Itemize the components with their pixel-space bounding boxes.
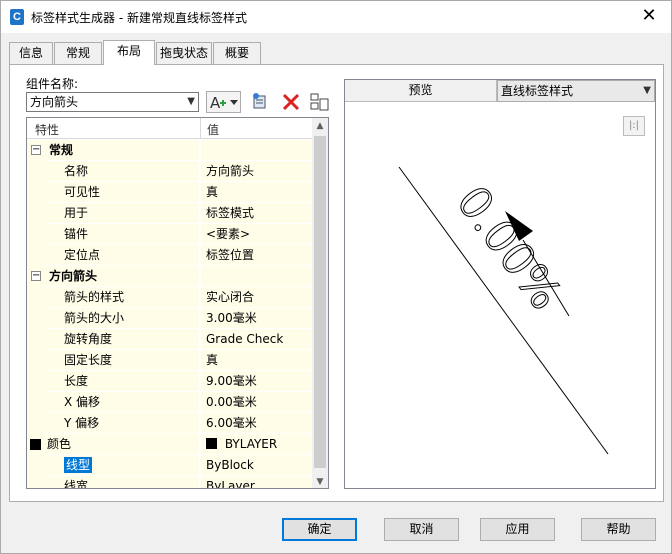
property-grid-header: 特性 值 [27, 118, 313, 139]
svg-text:A: A [210, 94, 221, 112]
property-row[interactable]: 名称 方向箭头 [27, 161, 313, 182]
apply-button[interactable]: 应用 [480, 518, 555, 541]
delete-component-icon [282, 93, 300, 111]
color-swatch-icon [206, 438, 217, 449]
property-value[interactable]: 真 [201, 350, 313, 370]
property-value[interactable]: 3.00毫米 [201, 308, 313, 328]
property-value[interactable]: <要素> [201, 224, 313, 244]
chevron-down-icon: ▼ [187, 96, 195, 107]
scroll-thumb[interactable] [314, 136, 326, 468]
component-order-icon [310, 93, 329, 111]
preview-canvas[interactable]: 0.00% [345, 103, 655, 488]
collapse-icon[interactable]: − [31, 271, 41, 281]
delete-component-button[interactable] [280, 91, 302, 113]
preview-style-value: 直线标签样式 [501, 84, 574, 98]
add-text-component-icon: A [210, 94, 238, 112]
tab-layout[interactable]: 布局 [103, 40, 155, 65]
tab-info[interactable]: 信息 [9, 42, 53, 64]
component-name-label: 组件名称: [26, 77, 79, 91]
property-value[interactable]: 方向箭头 [201, 161, 313, 181]
title-bar: C 标签样式生成器 - 新建常规直线标签样式 ✕ [1, 1, 671, 33]
add-component-button[interactable]: A [206, 91, 241, 113]
selected-property-label: 线型 [64, 457, 93, 473]
component-name-select[interactable]: 方向箭头 ▼ [26, 92, 199, 112]
column-header-value: 值 [207, 123, 220, 137]
property-name: 旋转角度 [45, 329, 200, 349]
property-value[interactable]: 标签模式 [201, 203, 313, 223]
property-name: 名称 [45, 161, 200, 181]
copy-component-icon [253, 93, 266, 109]
property-value[interactable]: 6.00毫米 [201, 413, 313, 433]
property-value[interactable]: 标签位置 [201, 245, 313, 265]
category-label: 方向箭头 [45, 266, 200, 286]
property-row[interactable]: 旋转角度 Grade Check [27, 329, 313, 350]
ok-button[interactable]: 确定 [282, 518, 357, 541]
layout-tab-panel: 组件名称: 方向箭头 ▼ A 特性 值 − 常规 名称 方向箭头 可见性 真 用… [9, 64, 664, 502]
property-value[interactable]: 真 [201, 182, 313, 202]
property-name: X 偏移 [45, 392, 200, 412]
property-name: 锚件 [45, 224, 200, 244]
property-name: 线宽 [45, 476, 200, 488]
property-grid-scrollbar[interactable]: ▲ ▼ [312, 118, 328, 488]
property-row[interactable]: Y 偏移 6.00毫米 [27, 413, 313, 434]
tab-dragged-state[interactable]: 拖曳状态 [156, 42, 212, 64]
property-row[interactable]: 固定长度 真 [27, 350, 313, 371]
scroll-up-icon[interactable]: ▲ [312, 118, 328, 134]
category-row-direction-arrow[interactable]: − 方向箭头 [27, 266, 313, 287]
column-header-property: 特性 [35, 123, 60, 137]
component-order-button[interactable] [309, 91, 331, 113]
column-separator[interactable] [200, 118, 201, 139]
property-name: 可见性 [45, 182, 200, 202]
color-value: BYLAYER [224, 437, 278, 451]
property-row-linetype[interactable]: 线型 ByBlock [27, 455, 313, 476]
property-name: 长度 [45, 371, 200, 391]
property-row[interactable]: 定位点 标签位置 [27, 245, 313, 266]
property-value[interactable]: Grade Check [201, 329, 313, 349]
category-row-general[interactable]: − 常规 [27, 140, 313, 161]
cancel-button[interactable]: 取消 [384, 518, 459, 541]
chevron-down-icon: ▼ [643, 85, 651, 96]
property-row[interactable]: 长度 9.00毫米 [27, 371, 313, 392]
help-button[interactable]: 帮助 [581, 518, 656, 541]
property-name: Y 偏移 [45, 413, 200, 433]
property-name: 固定长度 [45, 350, 200, 370]
preview-label-text: 0.00% [446, 177, 571, 319]
property-value[interactable]: ByLayer [201, 476, 313, 488]
property-name: 定位点 [45, 245, 200, 265]
property-name: 颜色 [45, 434, 200, 454]
preview-style-select[interactable]: 直线标签样式 ▼ [497, 80, 655, 102]
tab-general[interactable]: 常规 [54, 42, 102, 64]
property-value[interactable]: ByBlock [201, 455, 313, 475]
preview-pane: 预览 直线标签样式 ▼ |:| 0.00% [344, 79, 656, 489]
collapse-icon[interactable]: − [31, 145, 41, 155]
property-value[interactable]: 0.00毫米 [201, 392, 313, 412]
property-name: 箭头的大小 [45, 308, 200, 328]
scroll-down-icon[interactable]: ▼ [312, 474, 328, 488]
property-row-color[interactable]: 颜色 BYLAYER [27, 434, 313, 455]
preview-label: 预览 [345, 80, 497, 102]
property-name-selected: 线型 [45, 455, 200, 475]
component-name-value: 方向箭头 [30, 95, 79, 109]
color-swatch-icon [30, 439, 41, 450]
label-style-composer-window: C 标签样式生成器 - 新建常规直线标签样式 ✕ 信息 常规 布局 拖曳状态 概… [0, 0, 672, 554]
property-value[interactable]: 9.00毫米 [201, 371, 313, 391]
property-name: 用于 [45, 203, 200, 223]
property-row[interactable]: 用于 标签模式 [27, 203, 313, 224]
property-row[interactable]: 可见性 真 [27, 182, 313, 203]
property-row[interactable]: X 偏移 0.00毫米 [27, 392, 313, 413]
property-name: 箭头的样式 [45, 287, 200, 307]
app-icon: C [10, 9, 24, 25]
property-row[interactable]: 锚件 <要素> [27, 224, 313, 245]
copy-component-button[interactable] [249, 91, 271, 113]
category-label: 常规 [45, 140, 200, 160]
property-value-color[interactable]: BYLAYER [201, 434, 313, 454]
property-row[interactable]: 线宽 ByLayer [27, 476, 313, 488]
close-icon[interactable]: ✕ [639, 5, 659, 27]
property-row[interactable]: 箭头的大小 3.00毫米 [27, 308, 313, 329]
property-grid: 特性 值 − 常规 名称 方向箭头 可见性 真 用于 标签模式 锚件 <要素> … [26, 117, 329, 489]
tab-summary[interactable]: 概要 [213, 42, 261, 64]
property-value[interactable]: 实心闭合 [201, 287, 313, 307]
property-row[interactable]: 箭头的样式 实心闭合 [27, 287, 313, 308]
window-title: 标签样式生成器 - 新建常规直线标签样式 [31, 11, 247, 25]
